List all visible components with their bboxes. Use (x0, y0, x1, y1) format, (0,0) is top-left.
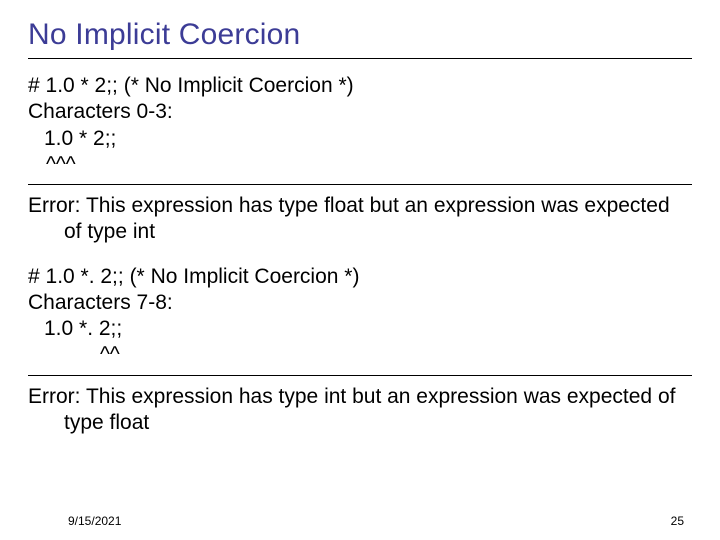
title-rule (28, 58, 692, 59)
slide-footer: 9/15/2021 25 (0, 514, 720, 528)
error-message-2: Error: This expression has type int but … (64, 384, 692, 437)
divider (28, 184, 692, 185)
error-message-1: Error: This expression has type float bu… (64, 193, 692, 246)
code-block-1: # 1.0 * 2;; (* No Implicit Coercion *) C… (28, 73, 692, 178)
slide-body: # 1.0 * 2;; (* No Implicit Coercion *) C… (28, 73, 692, 436)
slide: No Implicit Coercion # 1.0 * 2;; (* No I… (0, 0, 720, 540)
code-line: # 1.0 *. 2;; (* No Implicit Coercion *) (28, 264, 692, 290)
spacer (28, 246, 692, 264)
code-line: Characters 0-3: (28, 99, 692, 125)
code-line: # 1.0 * 2;; (* No Implicit Coercion *) (28, 73, 692, 99)
caret-line: ^^^ (28, 152, 692, 178)
footer-date: 9/15/2021 (68, 514, 121, 528)
divider (28, 375, 692, 376)
code-line: 1.0 * 2;; (28, 126, 692, 152)
code-line: Characters 7-8: (28, 290, 692, 316)
code-line: 1.0 *. 2;; (28, 316, 692, 342)
footer-page-number: 25 (671, 514, 684, 528)
caret-line: ^^ (28, 342, 692, 368)
slide-title: No Implicit Coercion (28, 18, 692, 52)
code-block-2: # 1.0 *. 2;; (* No Implicit Coercion *) … (28, 264, 692, 369)
